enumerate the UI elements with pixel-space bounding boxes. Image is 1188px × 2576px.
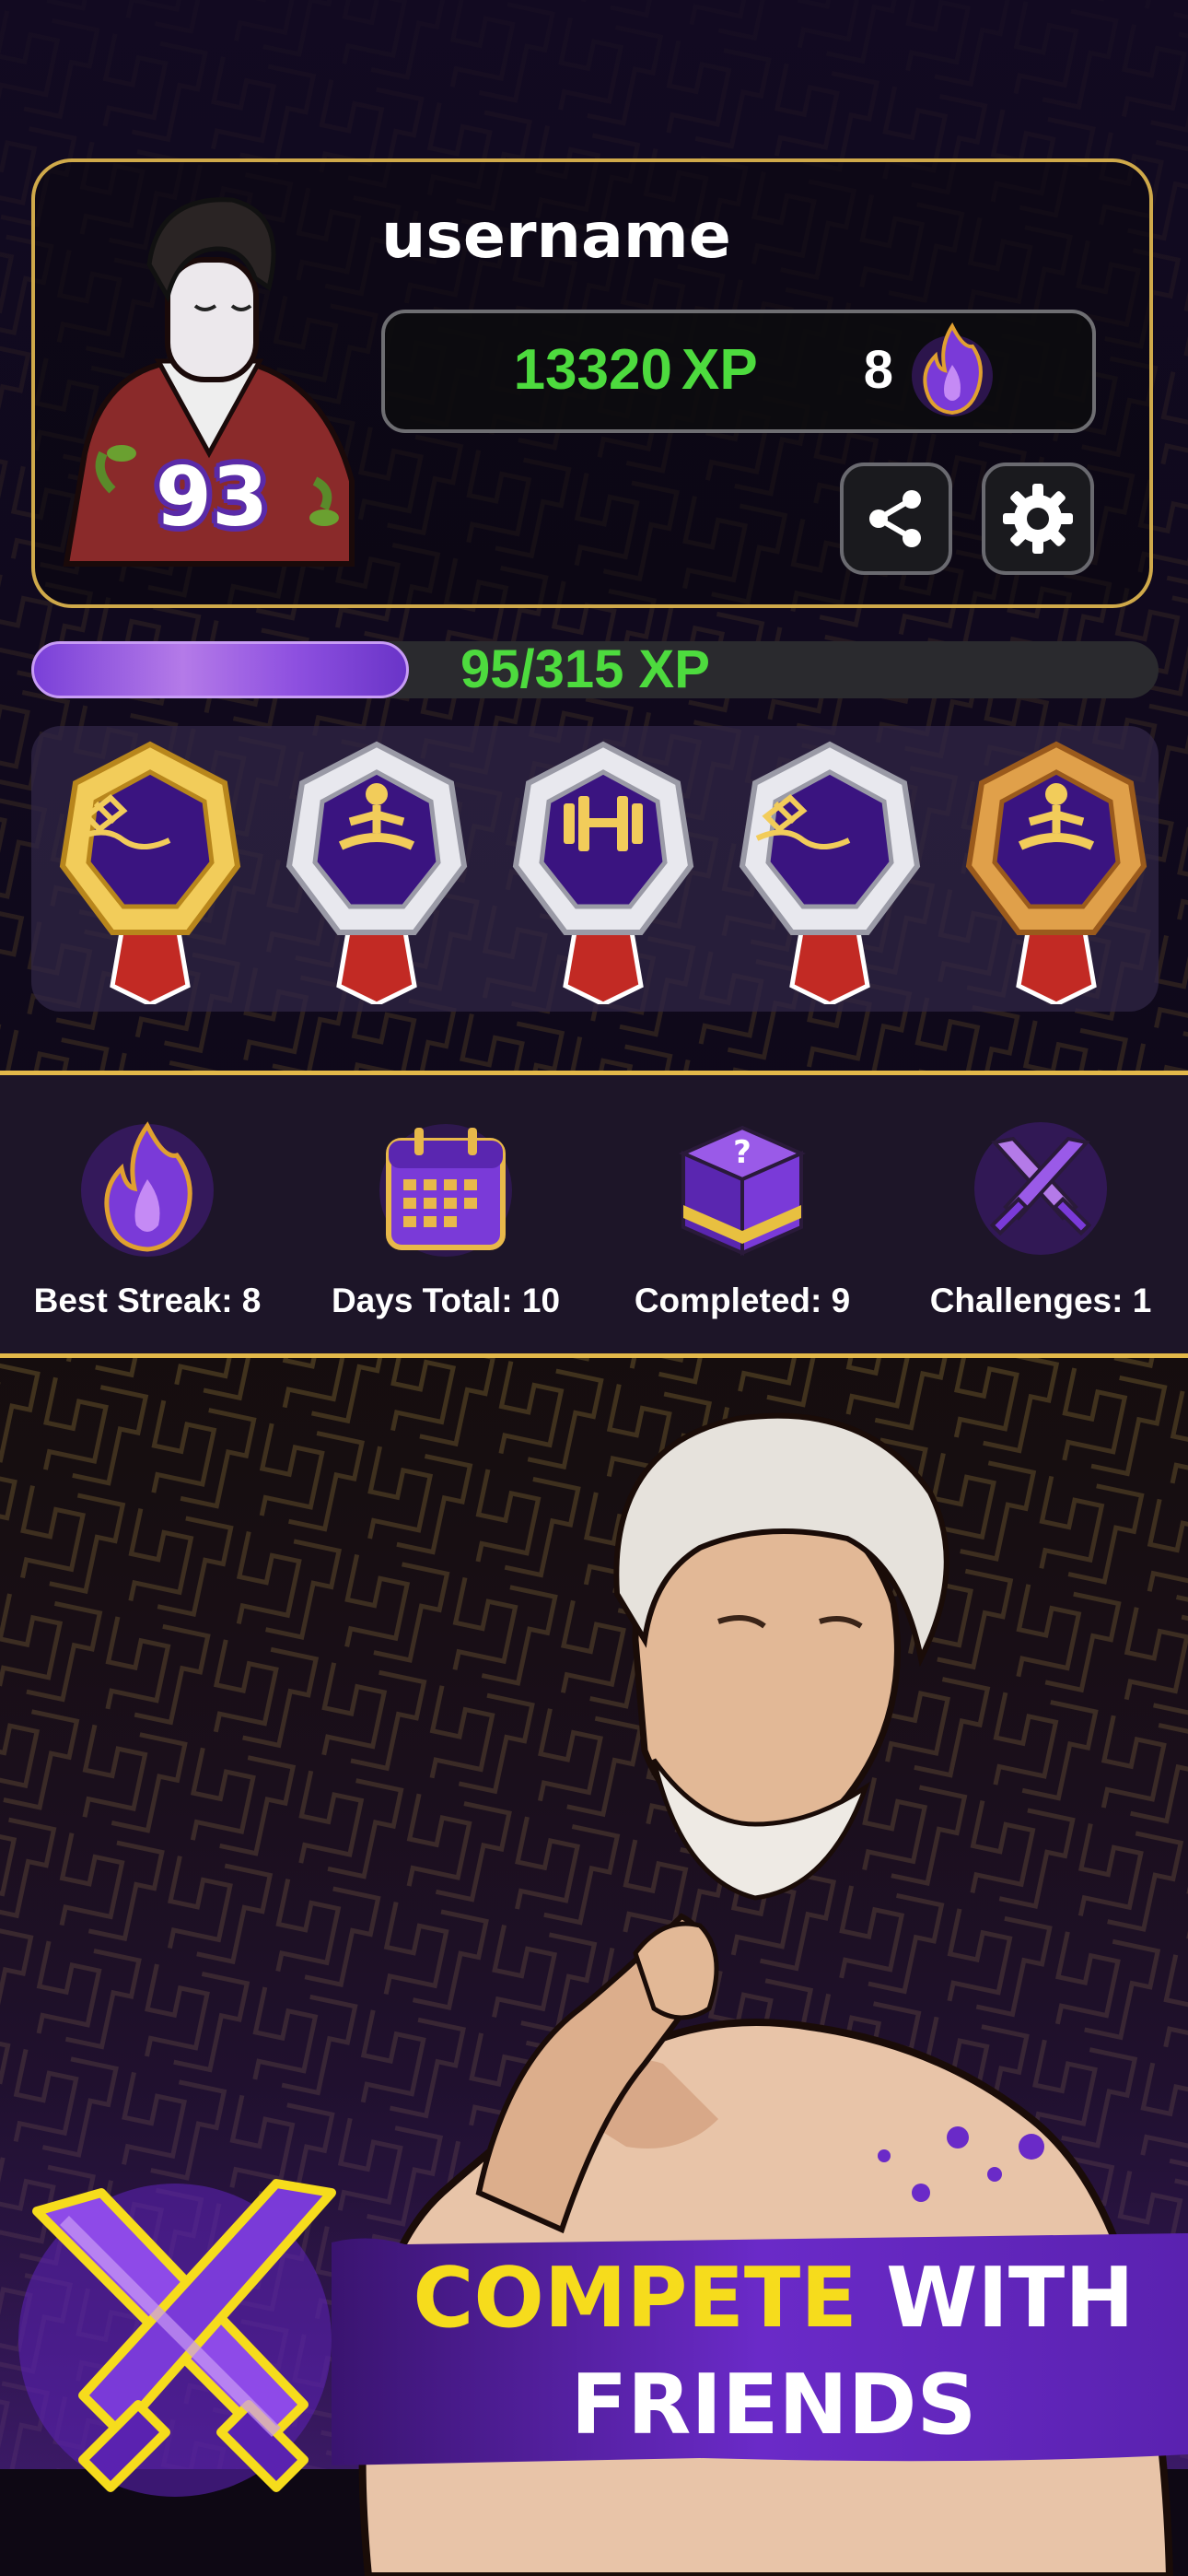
- share-icon: [869, 490, 921, 547]
- badge-signature-icon[interactable]: [729, 737, 930, 1004]
- stat-label: Completed: 9: [634, 1282, 851, 1319]
- badge-dumbbell-icon[interactable]: [503, 737, 704, 1004]
- stat-label: Challenges: 1: [929, 1282, 1152, 1319]
- flame-icon: [912, 322, 993, 416]
- stat-label: Best Streak: 8: [33, 1282, 262, 1319]
- calendar-icon: [379, 1124, 512, 1257]
- level-progress-text: 95/315 XP: [460, 639, 710, 699]
- xp-label: XP: [681, 338, 758, 402]
- level-number: 93: [155, 450, 269, 544]
- gear-icon: [1003, 484, 1073, 554]
- streak-count: 8: [863, 340, 893, 400]
- promo-rest: WITH: [856, 2250, 1135, 2347]
- level-progress-fill: [31, 641, 409, 698]
- xp-value: 13320: [513, 338, 672, 402]
- promo-highlight: COMPETE: [413, 2250, 857, 2347]
- badge-meditation-icon[interactable]: [276, 737, 477, 1004]
- stat-label: Days Total: 10: [331, 1282, 561, 1319]
- badge-signature-icon[interactable]: [50, 737, 250, 1004]
- settings-button[interactable]: [982, 463, 1094, 575]
- badge-meditation-icon[interactable]: [956, 737, 1157, 1004]
- flame-icon: [81, 1121, 214, 1257]
- svg-text:?: ?: [733, 1134, 751, 1171]
- username: username: [381, 200, 731, 273]
- mystery-box-icon: ?: [679, 1125, 806, 1257]
- crossed-swords-icon: [974, 1122, 1107, 1255]
- promo-title-line2: FRIENDS: [570, 2357, 977, 2453]
- crossed-swords-icon: [18, 2179, 336, 2497]
- share-button[interactable]: [840, 463, 952, 575]
- promo-title-line1: COMPETE WITH: [405, 2248, 1142, 2349]
